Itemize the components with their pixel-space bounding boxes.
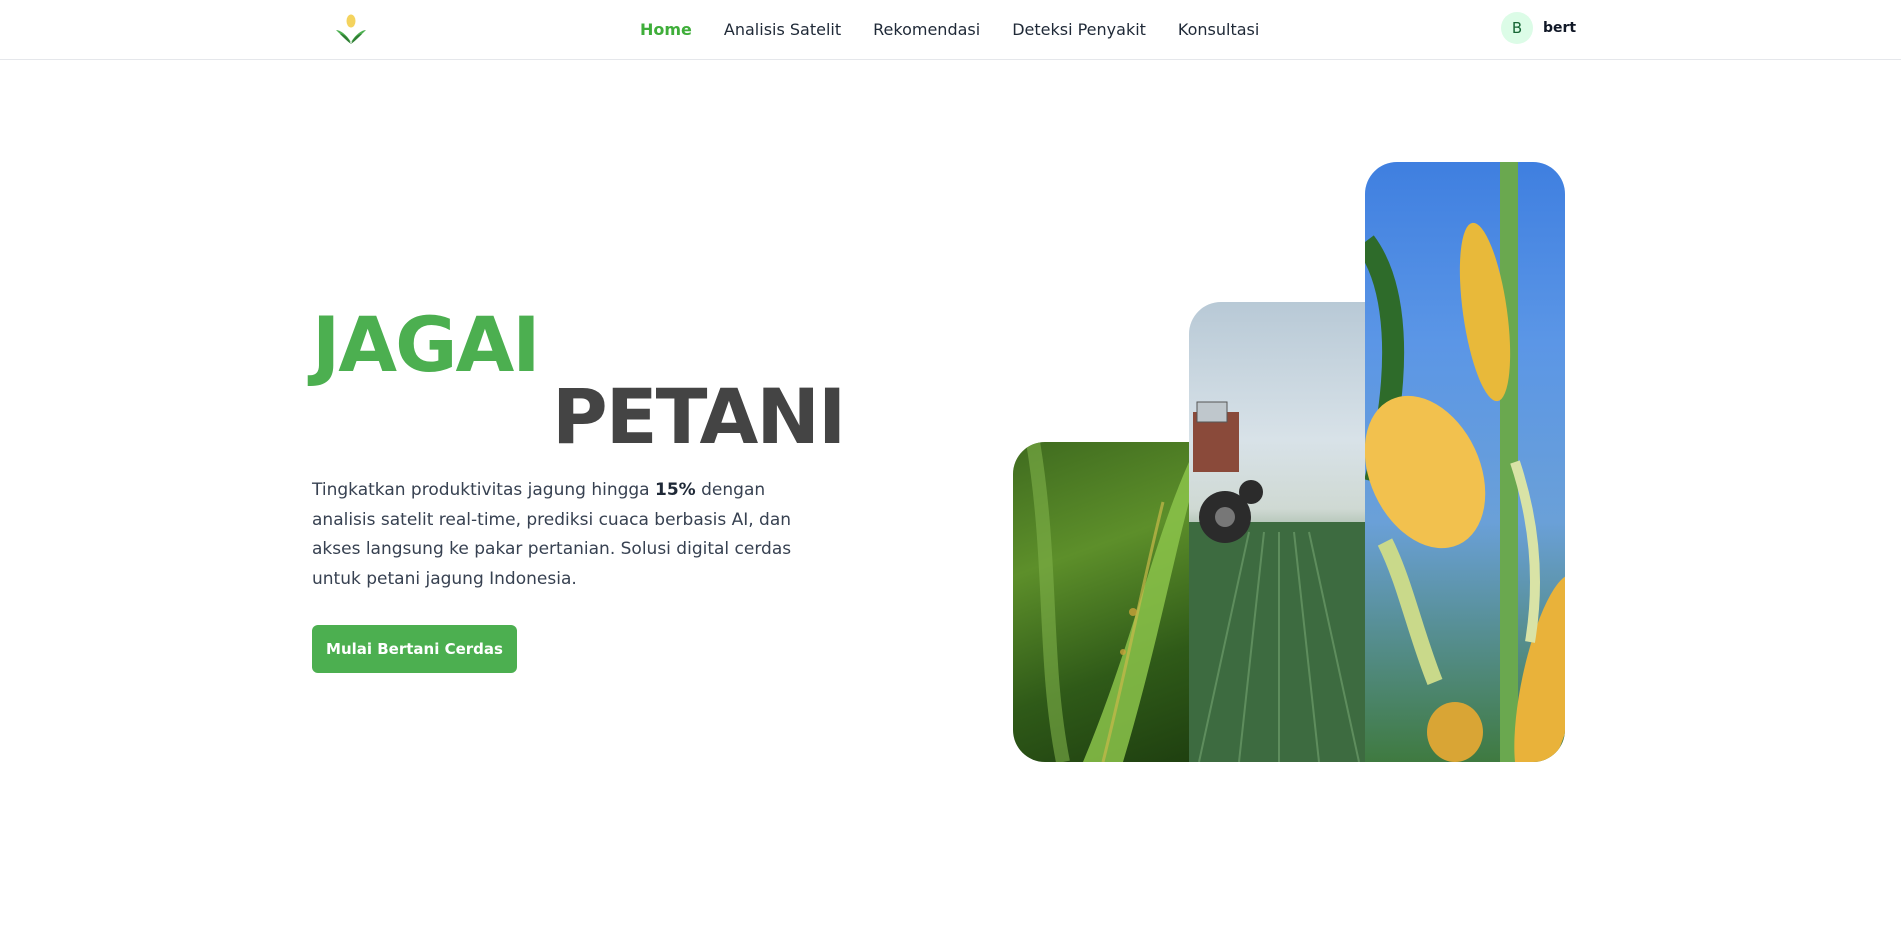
- avatar[interactable]: B: [1501, 12, 1533, 44]
- main-nav: Home Analisis Satelit Rekomendasi Deteks…: [640, 0, 1259, 58]
- hero-image-collage: [1013, 162, 1565, 762]
- nav-home[interactable]: Home: [640, 20, 692, 39]
- description-text: Tingkatkan produktivitas jagung hingga: [312, 480, 656, 500]
- nav-konsultasi[interactable]: Konsultasi: [1178, 20, 1259, 39]
- tractor-field-photo: [1189, 302, 1365, 762]
- hero-title-line1: JAGAI: [312, 300, 541, 389]
- hero-description: Tingkatkan produktivitas jagung hingga 1…: [312, 476, 832, 594]
- start-farming-button[interactable]: Mulai Bertani Cerdas: [312, 625, 517, 673]
- description-highlight: 15%: [655, 480, 696, 500]
- nav-analisis-satelit[interactable]: Analisis Satelit: [724, 20, 841, 39]
- hero-title-line2: PETANI: [552, 372, 846, 461]
- username[interactable]: bert: [1543, 20, 1576, 36]
- corn-leaf-photo: [1013, 442, 1189, 762]
- nav-rekomendasi[interactable]: Rekomendasi: [873, 20, 980, 39]
- corn-cob-photo: [1365, 162, 1565, 762]
- user-menu[interactable]: B bert: [1501, 12, 1576, 44]
- corn-logo-icon[interactable]: [334, 12, 368, 46]
- nav-deteksi-penyakit[interactable]: Deteksi Penyakit: [1012, 20, 1146, 39]
- navbar: Home Analisis Satelit Rekomendasi Deteks…: [0, 0, 1901, 60]
